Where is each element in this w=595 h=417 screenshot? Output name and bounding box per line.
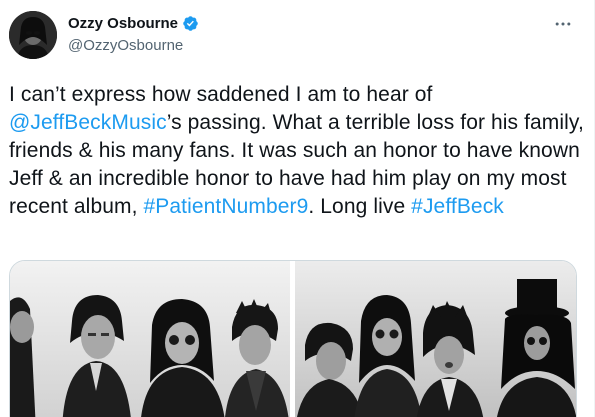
author-name-row: Ozzy Osbourne [68,15,199,32]
author-avatar[interactable] [9,11,57,59]
tweet-text-part-3: . Long live [308,195,412,218]
mention-link[interactable]: @JeffBeckMusic [9,111,167,134]
more-options-icon[interactable] [551,12,575,36]
hashtag-link-jeffbeck[interactable]: #JeffBeck [411,195,504,218]
media-photo-2[interactable] [294,261,576,417]
media-photo-1[interactable] [10,261,292,417]
group-photo-1-image [10,261,290,417]
tweet-card: Ozzy Osbourne @OzzyOsbourne I can’t expr… [0,0,595,417]
tweet-text: I can’t express how saddened I am to hea… [9,81,584,221]
tweet-text-part-1: I can’t express how saddened I am to hea… [9,83,433,106]
verified-badge-icon [182,15,199,32]
author-handle[interactable]: @OzzyOsbourne [68,37,183,54]
avatar-photo-icon [9,11,57,59]
media-grid [9,260,577,417]
group-photo-2-image [294,261,576,417]
author-display-name[interactable]: Ozzy Osbourne [68,15,178,32]
hashtag-link-patientnumber9[interactable]: #PatientNumber9 [143,195,308,218]
